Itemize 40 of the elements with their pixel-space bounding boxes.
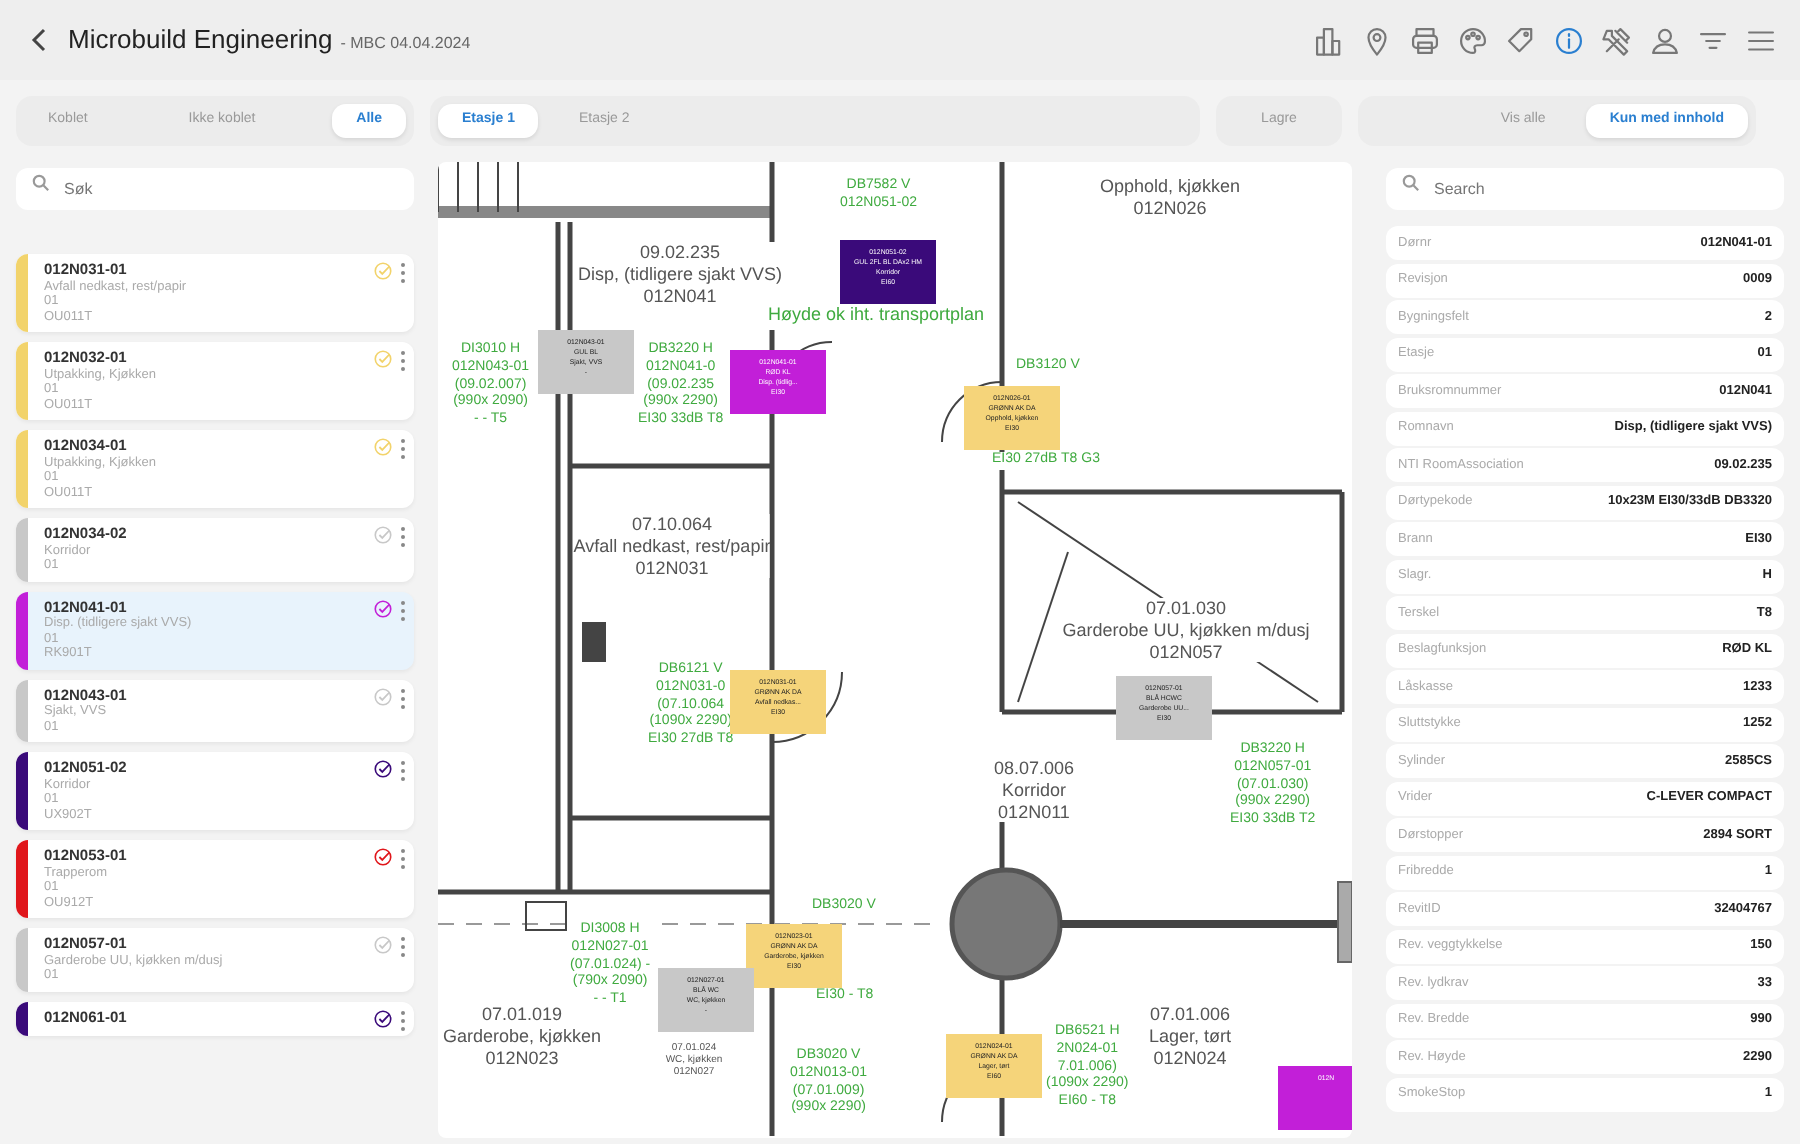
person-icon [1647, 23, 1681, 57]
more-options-icon[interactable] [400, 760, 406, 783]
check-circle-icon [374, 760, 392, 779]
more-options-icon[interactable] [400, 350, 406, 373]
printer-icon [1407, 23, 1441, 57]
room-label: Opphold, kjøkken 012N026 [1099, 176, 1241, 220]
check-circle-icon [374, 687, 392, 706]
info-icon [1551, 23, 1585, 57]
tag-icon [1503, 23, 1537, 57]
search-field[interactable]: Search [1386, 168, 1784, 210]
check-circle-icon [374, 526, 392, 545]
room-label: 07.01.030 Garderobe UU, kjøkken m/dusj 012N057 [1062, 598, 1310, 663]
chevron-left-icon [30, 28, 50, 52]
check-circle-icon [374, 1009, 392, 1028]
more-options-icon[interactable] [400, 262, 406, 284]
bar-chart-icon [1311, 23, 1345, 57]
check-circle-icon [374, 438, 392, 457]
check-circle-icon [374, 848, 392, 867]
more-options-icon[interactable] [400, 687, 406, 710]
check-circle-icon [374, 599, 392, 618]
palette-icon [1455, 23, 1489, 57]
app-subtitle: - MBC 04.04.2024 [340, 32, 471, 57]
room-label: 07.01.019 Garderobe, kjøkken 012N023 [442, 1004, 602, 1069]
more-options-icon[interactable] [400, 526, 406, 549]
plan-note: Høyde ok iht. transportplan [768, 302, 985, 329]
search-field[interactable]: Søk [16, 168, 414, 210]
check-circle-icon [374, 262, 392, 280]
tools-icon [1599, 23, 1633, 57]
more-options-icon[interactable] [400, 848, 406, 871]
room-label: 07.01.006 Lager, tørt 012N024 [1148, 1004, 1232, 1069]
room-label: 08.07.006 Korridor 012N011 [993, 758, 1075, 823]
room-label: 09.02.235 Disp, (tidligere sjakt VVS) 012N041 [577, 242, 783, 307]
room-label: 07.10.064 Avfall nedkast, rest/papir 012N031 [573, 514, 771, 579]
app-title: Microbuild Engineering [68, 22, 333, 59]
more-options-icon[interactable] [400, 599, 406, 622]
check-circle-icon [374, 350, 392, 369]
more-options-icon[interactable] [400, 438, 406, 461]
check-circle-icon [374, 936, 392, 955]
more-options-icon[interactable] [400, 1009, 406, 1032]
more-options-icon[interactable] [400, 936, 406, 959]
